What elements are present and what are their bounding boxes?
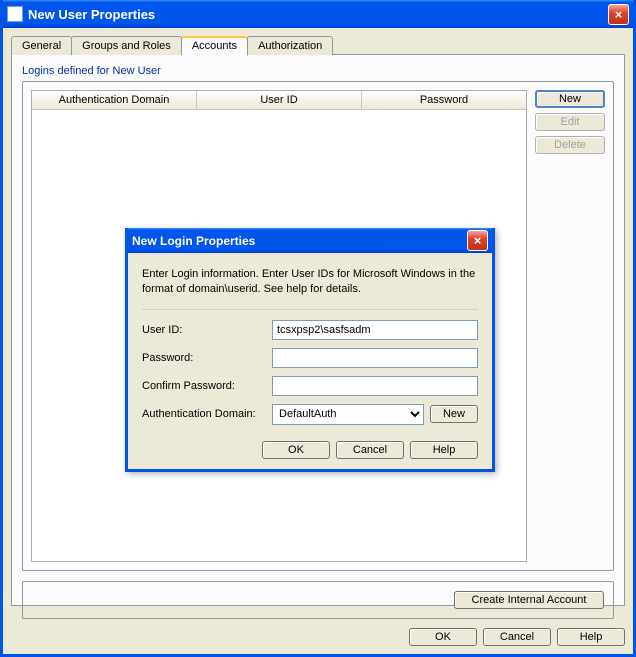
app-icon: [7, 6, 23, 22]
new-auth-domain-button[interactable]: New: [430, 405, 478, 423]
confirm-password-field[interactable]: [272, 376, 478, 396]
col-auth-domain[interactable]: Authentication Domain: [32, 91, 197, 109]
auth-domain-select[interactable]: DefaultAuth: [272, 404, 424, 425]
tab-groups-and-roles[interactable]: Groups and Roles: [71, 36, 182, 55]
side-buttons: New Edit Delete: [535, 90, 605, 562]
modal-buttons: OK Cancel Help: [142, 441, 478, 459]
window-body: General Groups and Roles Accounts Author…: [3, 28, 633, 654]
delete-login-button: Delete: [535, 136, 605, 154]
modal-title: New Login Properties: [132, 234, 467, 248]
col-password[interactable]: Password: [362, 91, 526, 109]
tab-general[interactable]: General: [11, 36, 72, 55]
create-internal-account-button[interactable]: Create Internal Account: [454, 591, 604, 609]
modal-titlebar: New Login Properties ×: [128, 228, 492, 253]
user-id-field[interactable]: [272, 320, 478, 340]
modal-close-icon[interactable]: ×: [467, 230, 488, 251]
new-login-properties-dialog: New Login Properties × Enter Login infor…: [125, 228, 495, 472]
tabs: General Groups and Roles Accounts Author…: [11, 36, 625, 55]
dialog-buttons: OK Cancel Help: [409, 628, 625, 646]
tab-accounts[interactable]: Accounts: [181, 36, 248, 56]
col-user-id[interactable]: User ID: [197, 91, 362, 109]
modal-body: Enter Login information. Enter User IDs …: [128, 253, 492, 469]
new-login-button[interactable]: New: [535, 90, 605, 108]
user-id-label: User ID:: [142, 324, 272, 336]
help-button[interactable]: Help: [557, 628, 625, 646]
login-fieldset: User ID: Password: Confirm Password: Aut…: [142, 309, 478, 433]
ok-button[interactable]: OK: [409, 628, 477, 646]
table-header: Authentication Domain User ID Password: [32, 91, 526, 110]
modal-ok-button[interactable]: OK: [262, 441, 330, 459]
cancel-button[interactable]: Cancel: [483, 628, 551, 646]
password-field[interactable]: [272, 348, 478, 368]
window-title: New User Properties: [28, 7, 608, 22]
close-icon[interactable]: ×: [608, 4, 629, 25]
titlebar: New User Properties ×: [3, 0, 633, 28]
auth-domain-label: Authentication Domain:: [142, 408, 272, 420]
edit-login-button: Edit: [535, 113, 605, 131]
modal-cancel-button[interactable]: Cancel: [336, 441, 404, 459]
password-label: Password:: [142, 352, 272, 364]
internal-account-group: Create Internal Account: [22, 581, 614, 619]
new-user-properties-window: New User Properties × General Groups and…: [0, 0, 636, 657]
logins-fieldset-label: Logins defined for New User: [22, 65, 614, 77]
confirm-password-label: Confirm Password:: [142, 380, 272, 392]
modal-help-button[interactable]: Help: [410, 441, 478, 459]
tab-authorization[interactable]: Authorization: [247, 36, 333, 55]
modal-instruction: Enter Login information. Enter User IDs …: [142, 267, 478, 297]
